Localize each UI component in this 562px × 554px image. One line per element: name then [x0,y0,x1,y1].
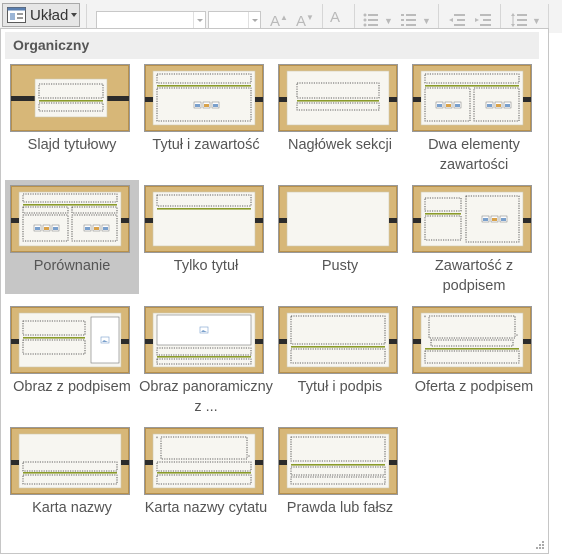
layout-option-label: Tytuł i zawartość [152,137,260,153]
layout-preview-icon [11,65,129,131]
increase-indent-icon[interactable] [474,11,492,29]
layout-option-label: Pusty [321,258,359,274]
layout-option-label: Tytuł i podpis [297,379,383,395]
layout-option-title-content[interactable]: Tytuł i zawartość [139,59,273,173]
layout-option-comparison[interactable]: Porównanie [5,180,139,294]
layout-option-title-caption[interactable]: Tytuł i podpis [273,301,407,415]
layout-preview-icon [11,428,129,494]
decrease-indent-icon[interactable] [448,11,466,29]
layout-option-label: Porównanie [33,258,111,274]
layout-option-section[interactable]: Nagłówek sekcji [273,59,407,173]
layout-preview-icon [413,65,531,131]
layout-preview-icon [279,65,397,131]
layout-thumbnail [10,64,130,132]
layout-option-label: Tylko tytuł [173,258,239,274]
svg-text:“: “ [156,437,158,443]
chevron-down-icon [71,13,78,17]
layout-preview-icon [145,186,263,252]
svg-text:“: “ [424,316,426,322]
font-size-combobox[interactable] [208,11,261,29]
line-spacing-icon[interactable] [510,11,528,29]
layout-option-label: Slajd tytułowy [27,137,117,153]
layout-preview-icon [145,307,263,373]
font-name-combobox[interactable] [96,11,206,29]
layout-option-label: Karta nazwy [32,500,112,516]
layout-thumbnail [412,185,532,253]
layout-option-panorama[interactable]: Obraz panoramiczny z ... [139,301,273,415]
layout-preview-icon: “” [145,428,263,494]
svg-text:”: ” [248,456,250,462]
layout-preview-icon [413,186,531,252]
layout-thumbnail [10,185,130,253]
layout-preview-icon: “” [413,307,531,373]
layout-icon [7,7,26,23]
layout-thumbnail [278,64,398,132]
ribbon-divider [548,4,549,28]
layout-option-label: Oferta z podpisem [414,379,534,395]
layout-option-label: Zawartość z podpisem [434,258,514,294]
layout-option-label: Nagłówek sekcji [288,137,392,153]
layout-option-label: Obraz panoramiczny z ... [139,379,273,415]
layout-thumbnail: “” [144,427,264,495]
layout-option-picture-caption[interactable]: Obraz z podpisem [5,301,139,415]
clear-formatting-icon[interactable]: A [330,9,340,27]
layout-dropdown-button[interactable]: Układ [2,3,80,27]
layout-preview-icon [145,65,263,131]
chevron-down-icon[interactable] [193,12,205,28]
chevron-down-icon[interactable] [248,12,260,28]
ribbon-divider [86,4,87,28]
layout-thumbnail [278,306,398,374]
layout-option-two-content[interactable]: Dwa elementy zawartości [407,59,541,173]
layout-option-label: Karta nazwy cytatu [144,500,268,516]
layout-preview-icon [279,428,397,494]
resize-grip-icon[interactable] [535,540,545,550]
numbering-icon[interactable] [400,11,418,29]
layout-thumbnail: “” [412,306,532,374]
layout-preview-icon [11,307,129,373]
layout-option-quote-caption[interactable]: “” Oferta z podpisem [407,301,541,415]
svg-text:”: ” [516,335,518,341]
ribbon-divider [322,4,323,28]
layout-option-label: Dwa elementy zawartości [428,137,520,173]
layout-option-title[interactable]: Slajd tytułowy [5,59,139,173]
layout-option-content-caption[interactable]: Zawartość z podpisem [407,180,541,294]
layout-thumbnail [144,64,264,132]
layout-option-true-false[interactable]: Prawda lub fałsz [273,422,407,536]
layout-option-quote-name-card[interactable]: “” Karta nazwy cytatu [139,422,273,536]
layout-option-label: Prawda lub fałsz [286,500,394,516]
layout-preview-icon [279,307,397,373]
layout-thumbnail [412,64,532,132]
layout-preview-icon [279,186,397,252]
layout-gallery: Organiczny Slajd tytułowy Tytuł i zawarto… [0,28,549,554]
layout-preview-icon [11,186,129,252]
ribbon-divider [354,4,355,28]
layout-thumbnail [144,306,264,374]
layout-option-name-card[interactable]: Karta nazwy [5,422,139,536]
layout-thumbnail [10,306,130,374]
layout-thumbnail [278,427,398,495]
ribbon-divider [438,4,439,28]
bullets-icon[interactable] [362,11,380,29]
ribbon-divider [500,4,501,28]
layout-thumbnail [278,185,398,253]
layout-option-label: Obraz z podpisem [13,379,131,395]
layout-button-label: Układ [30,6,69,24]
layout-thumbnail [10,427,130,495]
gallery-section-header: Organiczny [5,32,539,59]
layout-option-title-only[interactable]: Tylko tytuł [139,180,273,294]
layout-option-blank[interactable]: Pusty [273,180,407,294]
layout-thumbnail [144,185,264,253]
